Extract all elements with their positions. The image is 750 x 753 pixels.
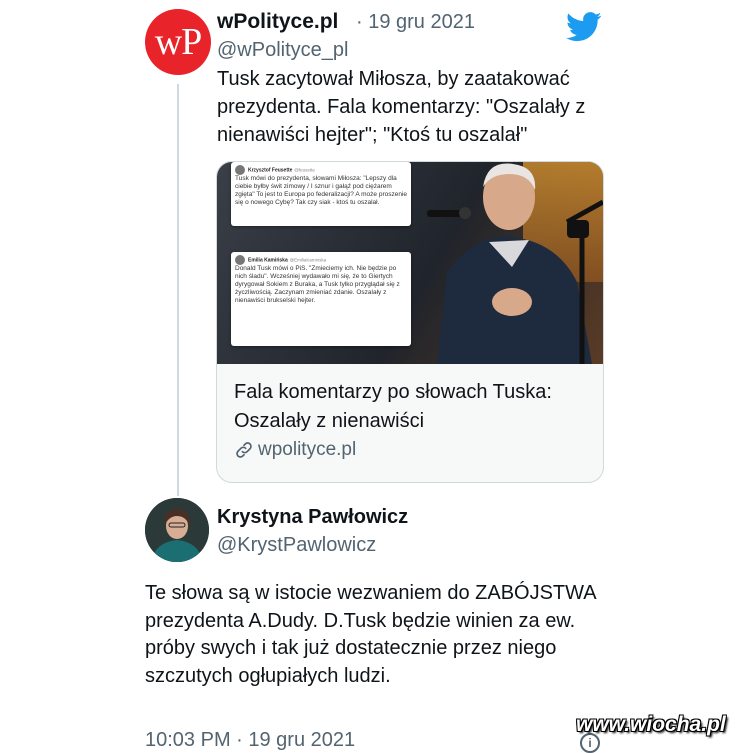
tweet-date[interactable]: · 19 gru 2021 [356,11,475,34]
wpolityce-avatar[interactable]: wP [145,9,211,75]
mini-tweet-text: Donald Tusk mówi o PiS. "Zmieciemy ich. … [235,265,400,304]
profile-photo [145,498,209,562]
mini-tweet-name: Krzysztof Feusette [248,167,293,174]
tweet-timestamp[interactable]: 10:03 PM · 19 gru 2021 [145,729,355,752]
embedded-tweet-1: Krzysztof Feusette @feusette Tusk mówi d… [231,162,411,226]
site-watermark: www.wiocha.pl [576,713,726,736]
link-preview-card[interactable]: Krzysztof Feusette @feusette Tusk mówi d… [216,161,604,483]
tweet-text: Te słowa są w istocie wezwaniem do ZABÓJ… [145,582,596,687]
tweet-text: Tusk zacytował Miłosza, by zaatakować pr… [217,68,586,146]
mini-avatar [235,255,245,265]
mini-avatar [235,165,245,175]
author-name[interactable]: Krystyna Pawłowicz [217,506,408,529]
author-handle[interactable]: @KrystPawlowicz [217,534,376,557]
pawlowicz-avatar[interactable] [145,498,209,562]
mini-tweet-name: Emilia Kamińska [248,257,288,264]
thread-connector-line [177,84,179,496]
avatar-logo-text: wP [154,21,203,63]
embedded-tweet-2: Emilia Kamińska @EmiliaKaminska Donald T… [231,252,411,346]
speaker-photo [427,163,603,364]
card-thumbnail: Krzysztof Feusette @feusette Tusk mówi d… [217,162,603,364]
card-domain-text: wpolityce.pl [258,439,357,460]
author-handle[interactable]: @wPolityce_pl [217,39,348,62]
author-name[interactable]: wPolityce.pl [217,10,338,34]
twitter-bird-icon [566,12,602,42]
card-title[interactable]: Fala komentarzy po słowach Tuska: Oszala… [234,378,594,436]
mini-tweet-text: Tusk mówi do prezydenta, słowami Miłosza… [235,175,408,206]
mini-tweet-handle: @feusette [294,167,315,173]
card-domain[interactable]: wpolityce.pl [234,439,356,461]
link-icon [236,442,252,458]
mini-tweet-handle: @EmiliaKaminska [289,257,327,263]
